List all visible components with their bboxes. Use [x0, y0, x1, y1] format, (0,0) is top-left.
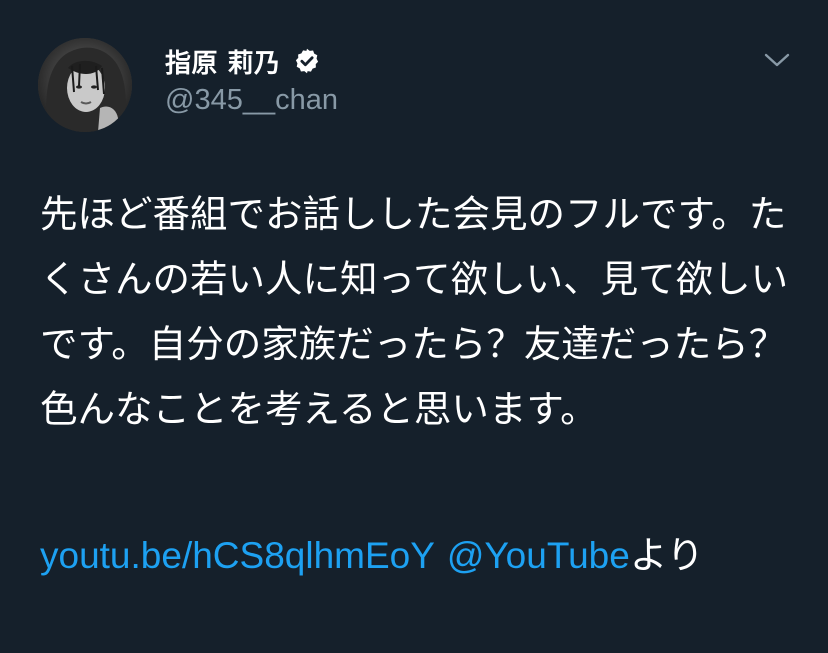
avatar[interactable]: [38, 38, 132, 132]
display-name[interactable]: 指原 莉乃: [165, 43, 281, 80]
youtube-link[interactable]: youtu.be/hCS8qlhmEoY: [40, 535, 435, 576]
chevron-down-icon[interactable]: [762, 48, 792, 72]
avatar-portrait: [38, 38, 132, 132]
tweet-card: 指原 莉乃 @345__chan 先ほど番組でお話しした会見のフルです。たくさん…: [0, 0, 828, 653]
link-suffix: より: [629, 533, 705, 577]
tweet-link-line: youtu.be/hCS8qlhmEoY @YouTubeより: [40, 523, 800, 588]
youtube-mention[interactable]: @YouTube: [447, 535, 630, 576]
author-handle[interactable]: @345__chan: [165, 84, 338, 117]
author-name-row[interactable]: 指原 莉乃: [165, 42, 321, 80]
tweet-text: 先ほど番組でお話しした会見のフルです。たくさんの若い人に知って欲しい、見て欲しい…: [40, 192, 789, 431]
verified-badge-icon: [293, 47, 321, 75]
